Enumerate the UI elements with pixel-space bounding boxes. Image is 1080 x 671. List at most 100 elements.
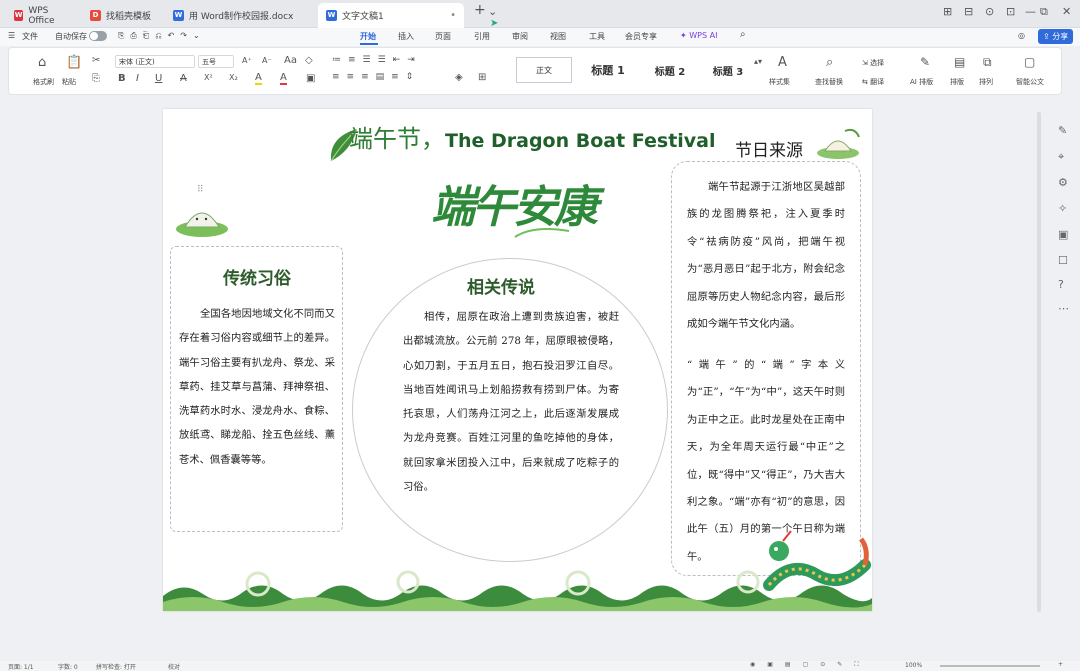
- skin-icon[interactable]: ⊙: [985, 5, 994, 18]
- menu-view[interactable]: 视图: [550, 31, 566, 42]
- view-mode-icons[interactable]: ◉▣▤▢⊙✎⛶: [750, 661, 871, 669]
- close-icon[interactable]: ✕: [1062, 5, 1071, 18]
- share-button[interactable]: ⇪ 分享: [1038, 29, 1074, 44]
- smart-doc-icon[interactable]: ▢: [1024, 55, 1035, 69]
- font-shrink-button[interactable]: A⁻: [262, 56, 272, 65]
- select-button[interactable]: ⇲ 选择: [862, 58, 884, 68]
- style-heading2[interactable]: 标题 2: [640, 57, 700, 83]
- arrange-label[interactable]: 排列: [979, 77, 993, 87]
- zoom-in-icon[interactable]: +: [1058, 661, 1063, 668]
- tab-label: 找稻壳模板: [106, 12, 152, 22]
- tab-dropdown-icon[interactable]: ⌄: [488, 5, 497, 18]
- menu-insert[interactable]: 插入: [398, 31, 414, 42]
- edit-icon[interactable]: ✎: [1058, 124, 1067, 137]
- style-scroll-icon[interactable]: ▴▾: [754, 57, 762, 66]
- menu-member[interactable]: 会员专享: [625, 31, 657, 42]
- search-icon[interactable]: ⌕: [740, 29, 746, 40]
- char-border-icon[interactable]: ▣: [306, 73, 315, 84]
- superscript-button[interactable]: X²: [204, 73, 213, 82]
- clear-format-icon[interactable]: ◇: [305, 55, 313, 66]
- tab-word-doc[interactable]: W 用 Word制作校园报.docx: [165, 3, 313, 28]
- styleset-icon[interactable]: A: [778, 55, 787, 70]
- paste-icon[interactable]: 📋: [66, 55, 82, 70]
- minimize-icon[interactable]: —: [1025, 5, 1036, 18]
- ai-layout-label[interactable]: AI 排版: [910, 77, 933, 87]
- cut-icon[interactable]: ✂: [92, 55, 100, 66]
- hamburger-icon[interactable]: ☰: [8, 31, 15, 40]
- zoom-level[interactable]: 100%: [905, 662, 922, 669]
- italic-button[interactable]: I: [136, 73, 139, 84]
- legend-title: 相关传说: [467, 278, 535, 298]
- header-title-cn: 端午节，: [349, 125, 445, 153]
- minimize-panel-icon[interactable]: ⊟: [964, 5, 973, 18]
- page-indicator[interactable]: 页面: 1/1: [8, 662, 34, 671]
- tab-label: WPS Office: [28, 5, 55, 26]
- style-heading1[interactable]: 标题 1: [578, 57, 638, 83]
- shading-icon[interactable]: ◈: [455, 72, 463, 83]
- strike-button[interactable]: A: [180, 73, 187, 84]
- layout-icon[interactable]: ⊞: [943, 5, 952, 18]
- borders-icon[interactable]: ⊞: [478, 72, 486, 83]
- styleset-label[interactable]: 样式集: [769, 77, 790, 87]
- find-replace-label[interactable]: 查找替换: [815, 77, 843, 87]
- smart-doc-label[interactable]: 智能公文: [1016, 77, 1044, 87]
- translate-button[interactable]: ⇆ 翻译: [862, 77, 884, 87]
- menu-wps-ai[interactable]: ✦ WPS AI: [680, 31, 717, 40]
- menu-tools[interactable]: 工具: [589, 31, 605, 42]
- word-count[interactable]: 字数: 0: [58, 662, 78, 671]
- vertical-scrollbar[interactable]: [1037, 112, 1041, 612]
- file-menu[interactable]: 文件: [22, 31, 38, 42]
- underline-button[interactable]: U: [155, 73, 162, 84]
- find-icon[interactable]: ⌕: [826, 55, 833, 70]
- autosave-toggle[interactable]: [89, 31, 107, 41]
- tab-wps-office[interactable]: W WPS Office: [6, 3, 78, 28]
- toggle-knob: [90, 32, 98, 40]
- font-grow-button[interactable]: A⁺: [242, 56, 252, 65]
- font-name-select[interactable]: 宋体 (正文): [115, 55, 195, 68]
- highlight-button[interactable]: A: [255, 72, 262, 85]
- clipboard-icon[interactable]: ☐: [1058, 254, 1068, 267]
- close-tab-icon[interactable]: •: [450, 10, 456, 21]
- layout-icon[interactable]: ▤: [954, 55, 965, 69]
- more-icon[interactable]: ⋯: [1058, 302, 1069, 315]
- arrange-icon[interactable]: ⧉: [983, 55, 992, 70]
- zoom-slider[interactable]: [940, 665, 1040, 667]
- tab-docer[interactable]: D 找稻壳模板: [82, 3, 164, 28]
- spell-check[interactable]: 拼写检查: 打开: [96, 662, 136, 671]
- fullscreen-icon[interactable]: ⊡: [1006, 5, 1015, 18]
- new-tab-button[interactable]: +: [474, 2, 486, 18]
- menu-page[interactable]: 页面: [435, 31, 451, 42]
- font-size-select[interactable]: 五号: [198, 55, 234, 68]
- magic-icon[interactable]: ✧: [1058, 202, 1067, 215]
- zongzi-plate-icon: [817, 128, 860, 159]
- document-page[interactable]: 端午节，The Dragon Boat Festival 端午安康 ⠿ 节日来源…: [163, 109, 872, 611]
- bold-button[interactable]: B: [118, 73, 126, 84]
- select-label: 选择: [870, 59, 885, 67]
- quick-access-icons[interactable]: ⎘⎙⎗⎌↶↷⌄: [118, 31, 206, 41]
- layout-label[interactable]: 排版: [950, 77, 964, 87]
- ai-layout-icon[interactable]: ✎: [920, 55, 930, 69]
- menu-home[interactable]: 开始: [360, 31, 376, 42]
- help-icon[interactable]: ?: [1058, 278, 1064, 291]
- tab-current-doc[interactable]: W 文字文稿1 •: [318, 3, 464, 28]
- subscript-button[interactable]: X₂: [229, 73, 238, 82]
- cloud-icon[interactable]: ◎: [1018, 31, 1025, 40]
- image-icon[interactable]: ▣: [1058, 228, 1068, 241]
- menu-reference[interactable]: 引用: [474, 31, 490, 42]
- format-painter-icon[interactable]: ⌂: [38, 55, 46, 70]
- change-case-icon[interactable]: Aa: [284, 55, 297, 66]
- list-buttons[interactable]: ≔≡☰☰⇤⇥: [332, 55, 422, 65]
- copy-icon[interactable]: ⎘: [92, 73, 100, 84]
- format-painter-label[interactable]: 格式刷: [33, 77, 54, 87]
- settings-sliders-icon[interactable]: ⚙: [1058, 176, 1068, 189]
- paste-label[interactable]: 粘贴: [62, 77, 76, 87]
- cursor-select-icon[interactable]: ⌖: [1058, 150, 1064, 164]
- align-buttons[interactable]: ≡≡≡▤≡⇕: [332, 72, 420, 82]
- menu-review[interactable]: 审阅: [512, 31, 528, 42]
- maximize-icon[interactable]: ⧉: [1040, 5, 1048, 19]
- proofread[interactable]: 校对: [168, 662, 180, 671]
- style-heading3[interactable]: 标题 3: [700, 57, 756, 83]
- style-normal[interactable]: 正文: [516, 57, 572, 83]
- font-color-button[interactable]: A: [280, 72, 287, 85]
- move-handle-icon[interactable]: ⠿: [197, 185, 204, 195]
